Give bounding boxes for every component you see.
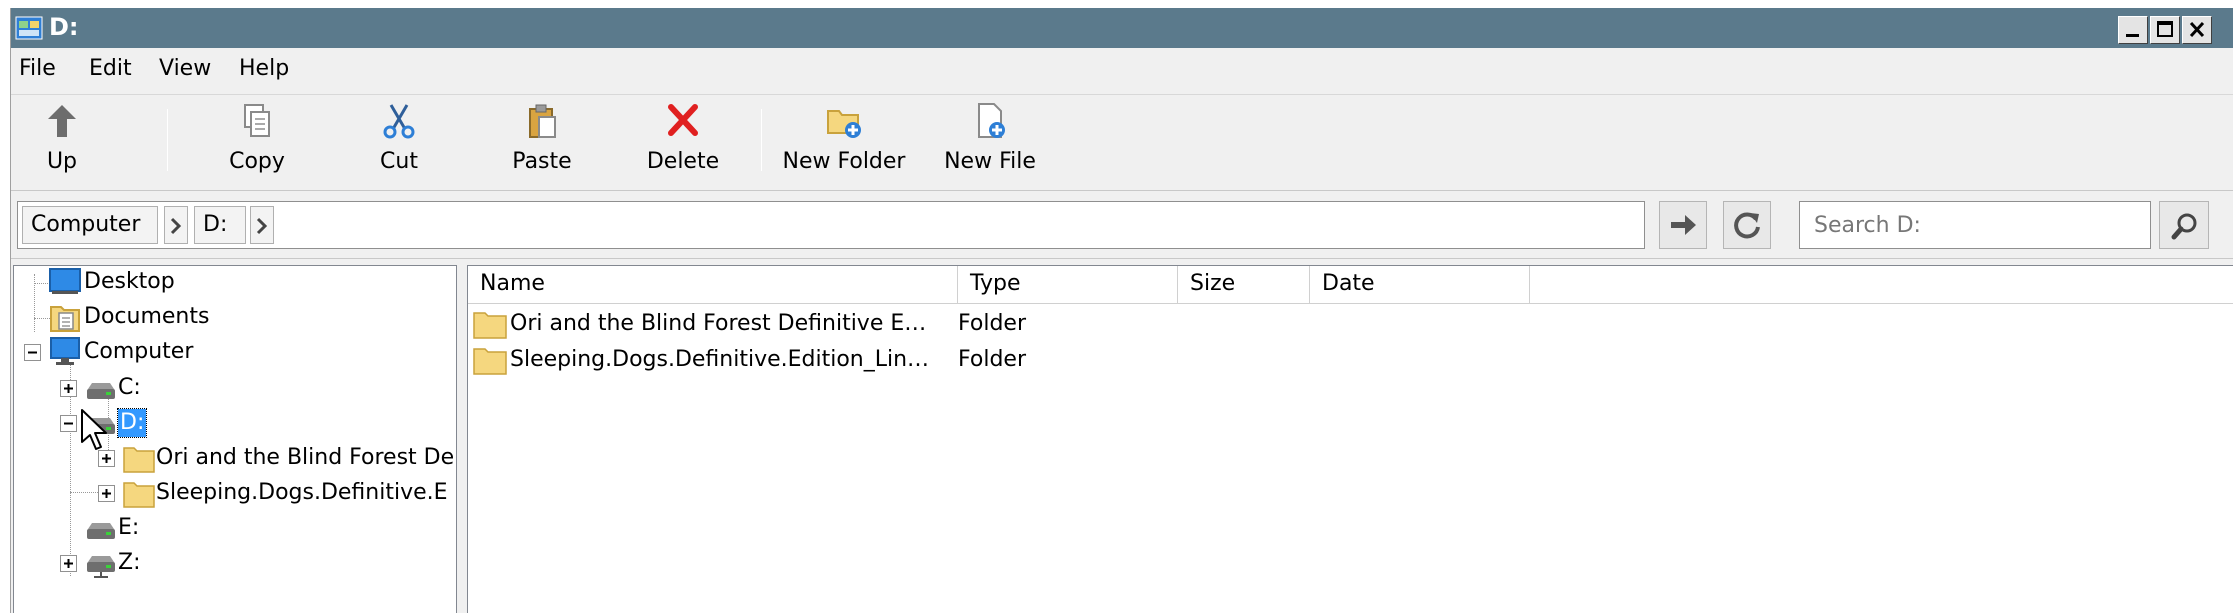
search-input[interactable] <box>1800 202 2150 248</box>
minimize-button[interactable] <box>2118 16 2148 44</box>
plus-icon <box>102 454 111 463</box>
address-row: Computer D: <box>11 190 2233 258</box>
window-title: D: <box>49 13 79 41</box>
minus-icon <box>28 351 37 354</box>
copy-button[interactable]: Copy <box>207 101 307 181</box>
desktop-icon <box>49 268 81 294</box>
selected-node-label: D: <box>116 408 148 438</box>
collapse-toggle[interactable] <box>24 344 41 361</box>
go-button[interactable] <box>1659 201 1707 249</box>
new-folder-icon <box>827 110 861 138</box>
breadcrumb[interactable]: Computer D: <box>17 201 1645 249</box>
delete-button[interactable]: Delete <box>633 101 733 181</box>
column-header-type[interactable]: Type <box>958 266 1178 304</box>
crumb-computer[interactable]: Computer <box>22 206 158 244</box>
file-name: Sleeping.Dogs.Definitive.Edition_Lin… <box>510 347 930 372</box>
tree-item-folder-sleeping[interactable]: Sleeping.Dogs.Definitive.E <box>14 477 454 511</box>
tree-item-drive-z[interactable]: Z: <box>14 547 454 581</box>
drive-icon <box>87 383 115 399</box>
delete-x-icon <box>668 104 698 136</box>
toolbar-separator <box>761 109 762 171</box>
minus-icon <box>64 422 73 425</box>
column-header-name[interactable]: Name <box>468 266 958 304</box>
crumb-separator[interactable] <box>250 206 274 244</box>
title-bar[interactable]: D: <box>11 8 2233 48</box>
file-type: Folder <box>958 311 1026 336</box>
app-icon <box>15 16 43 40</box>
maximize-icon <box>2157 21 2173 37</box>
new-folder-button[interactable]: New Folder <box>775 101 913 181</box>
new-file-button[interactable]: New File <box>935 101 1045 181</box>
arrow-up-icon <box>48 105 76 137</box>
crumb-d[interactable]: D: <box>194 206 246 244</box>
menu-file[interactable]: File <box>19 54 56 84</box>
chevron-right-icon <box>256 217 268 235</box>
file-name: Ori and the Blind Forest Definitive E… <box>510 311 927 336</box>
list-item[interactable]: Sleeping.Dogs.Definitive.Edition_Lin… Fo… <box>468 342 2233 378</box>
plus-icon <box>64 559 73 568</box>
search-button[interactable] <box>2159 201 2209 249</box>
cut-button[interactable]: Cut <box>349 101 449 181</box>
maximize-button[interactable] <box>2150 16 2180 44</box>
column-header-size[interactable]: Size <box>1178 266 1310 304</box>
drive-icon <box>87 523 115 539</box>
menu-bar: File Edit View Help <box>11 48 2233 84</box>
plus-icon <box>102 489 111 498</box>
refresh-button[interactable] <box>1723 201 1771 249</box>
search-icon <box>2171 213 2197 240</box>
main-panes: Desktop Documents Computer C: D: Ori and… <box>11 258 2233 613</box>
folder-icon <box>123 447 155 473</box>
folder-icon <box>473 312 507 339</box>
arrow-right-icon <box>1671 215 1696 235</box>
refresh-icon <box>1734 212 1760 239</box>
menu-edit[interactable]: Edit <box>89 54 132 84</box>
network-drive-icon <box>87 556 115 578</box>
expand-toggle[interactable] <box>98 485 115 502</box>
file-type: Folder <box>958 347 1026 372</box>
tree-item-computer[interactable]: Computer <box>14 336 454 370</box>
new-file-icon <box>978 103 1005 138</box>
expand-toggle[interactable] <box>98 450 115 467</box>
plus-icon <box>64 384 73 393</box>
documents-icon <box>50 306 80 332</box>
toolbar-separator <box>167 109 168 171</box>
search-box[interactable] <box>1799 201 2151 249</box>
expand-toggle[interactable] <box>60 555 77 572</box>
tree-item-drive-e[interactable]: E: <box>14 512 454 546</box>
tree-item-drive-c[interactable]: C: <box>14 372 454 406</box>
tree-item-documents[interactable]: Documents <box>14 301 454 335</box>
file-manager-window: D: File Edit View Help Up Copy Cut Paste… <box>10 8 2233 613</box>
collapse-toggle[interactable] <box>60 415 77 432</box>
mouse-cursor-icon <box>81 409 107 450</box>
chevron-right-icon <box>170 217 182 235</box>
menu-view[interactable]: View <box>159 54 211 84</box>
minimize-icon <box>2126 34 2139 37</box>
toolbar: Up Copy Cut Paste Delete New Folder New … <box>11 94 2233 190</box>
folder-icon <box>473 348 507 375</box>
up-button[interactable]: Up <box>31 101 93 181</box>
folder-icon <box>123 482 155 508</box>
clipboard-icon <box>529 104 556 138</box>
computer-icon <box>50 337 80 365</box>
file-list[interactable]: Name Type Size Date Ori and the Blind Fo… <box>467 265 2233 613</box>
copy-icon <box>244 104 270 137</box>
close-button[interactable] <box>2182 16 2212 44</box>
close-icon <box>2189 21 2205 38</box>
paste-button[interactable]: Paste <box>492 101 592 181</box>
scissors-icon <box>383 104 415 139</box>
column-header-date[interactable]: Date <box>1310 266 1530 304</box>
pane-splitter[interactable] <box>457 265 467 613</box>
list-item[interactable]: Ori and the Blind Forest Definitive E… F… <box>468 306 2233 342</box>
menu-help[interactable]: Help <box>239 54 289 84</box>
crumb-separator[interactable] <box>164 206 188 244</box>
column-header-filler <box>1530 266 2233 304</box>
expand-toggle[interactable] <box>60 380 77 397</box>
tree-item-desktop[interactable]: Desktop <box>14 266 454 300</box>
